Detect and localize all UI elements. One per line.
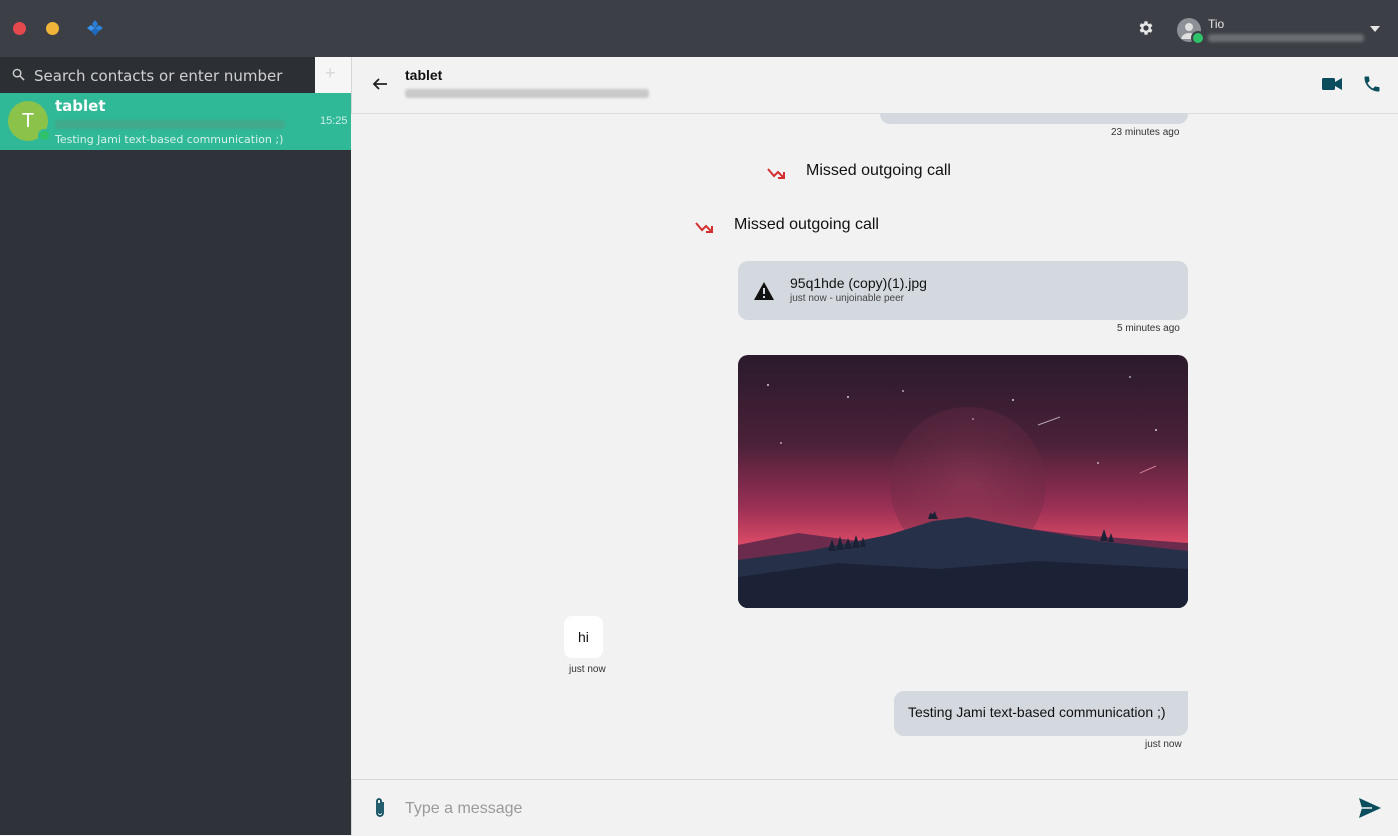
- search-bar: [0, 57, 315, 95]
- file-name: 95q1hde (copy)(1).jpg: [790, 275, 927, 291]
- user-online-status: [1191, 31, 1205, 45]
- search-input[interactable]: [32, 57, 306, 95]
- user-name: Tio: [1208, 17, 1225, 31]
- message-timestamp: 5 minutes ago: [1117, 323, 1180, 334]
- message-input[interactable]: [403, 795, 1327, 823]
- user-id-redacted: [1208, 34, 1364, 42]
- chat-id-redacted: [405, 89, 649, 98]
- message-timestamp: 23 minutes ago: [1111, 127, 1180, 138]
- missed-call-message: Missed outgoing call: [806, 162, 951, 179]
- landscape-image: [738, 355, 1188, 608]
- jami-logo-icon: [87, 20, 103, 36]
- settings-gear-icon[interactable]: [1137, 19, 1155, 37]
- message-timestamp: just now: [569, 664, 606, 675]
- file-status: just now - unjoinable peer: [790, 293, 904, 304]
- contact-last-message: Testing Jami text-based communication ;): [55, 133, 284, 146]
- warning-icon: [754, 282, 774, 300]
- close-window-button[interactable]: [13, 22, 26, 35]
- audio-call-icon[interactable]: [1362, 74, 1382, 94]
- add-icon: +: [325, 63, 336, 83]
- missed-call-icon: [767, 168, 785, 179]
- message-timestamp: just now: [1145, 739, 1182, 750]
- send-icon[interactable]: [1358, 797, 1382, 819]
- chat-title: tablet: [405, 67, 443, 83]
- chat-header: [351, 57, 1398, 114]
- minimize-window-button[interactable]: [46, 22, 59, 35]
- attachment-paperclip-icon[interactable]: [371, 796, 389, 820]
- missed-call-message: Missed outgoing call: [734, 216, 879, 233]
- outgoing-message-text: Testing Jami text-based communication ;): [908, 704, 1166, 720]
- contact-name: tablet: [55, 97, 106, 115]
- contact-id-redacted: [55, 120, 285, 129]
- add-contact-button[interactable]: +: [315, 57, 351, 93]
- incoming-message-text: hi: [578, 629, 589, 645]
- video-call-icon[interactable]: [1322, 76, 1342, 92]
- search-icon: [12, 68, 25, 81]
- sidebar: [0, 57, 351, 835]
- image-attachment[interactable]: [738, 355, 1188, 608]
- contact-time: 15:25: [320, 115, 348, 127]
- account-dropdown-icon[interactable]: [1370, 26, 1380, 32]
- back-arrow-icon[interactable]: [372, 76, 388, 92]
- contact-online-status: [38, 129, 51, 142]
- previous-message-bubble: [880, 113, 1188, 124]
- missed-call-icon: [695, 222, 713, 233]
